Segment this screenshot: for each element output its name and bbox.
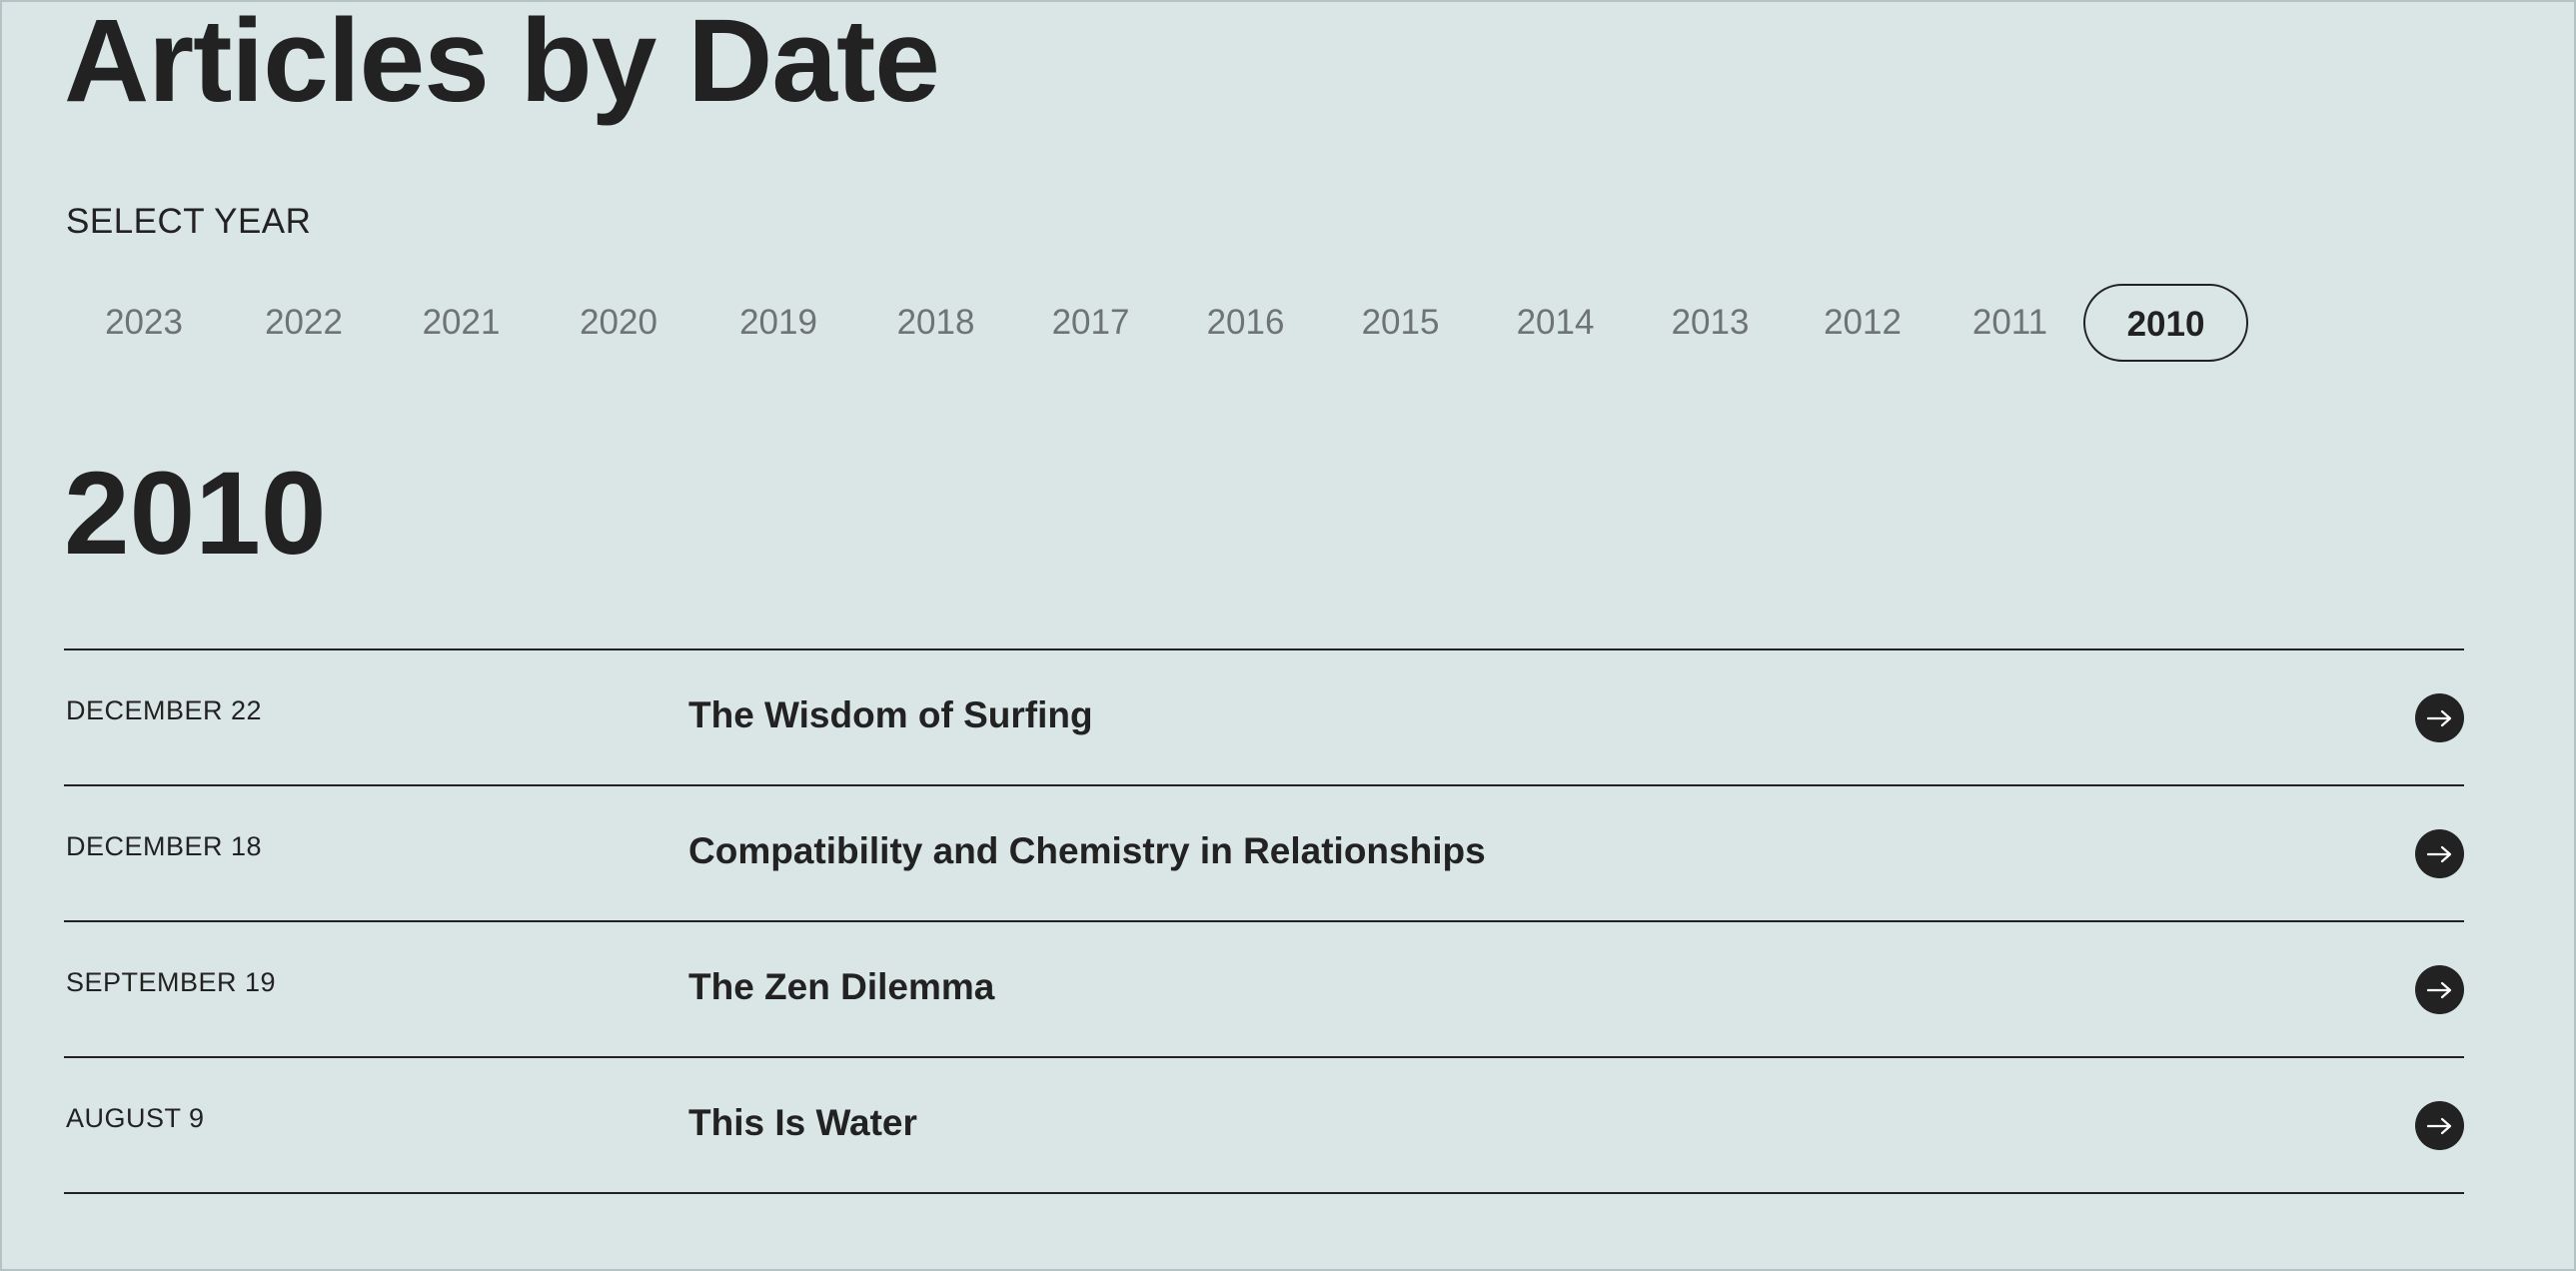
year-option-2014[interactable]: 2014 <box>1478 284 1633 362</box>
article-date: AUGUST 9 <box>66 1103 205 1133</box>
year-option-2015[interactable]: 2015 <box>1323 284 1478 362</box>
year-option-2019[interactable]: 2019 <box>698 284 858 362</box>
year-option-2010-selected[interactable]: 2010 <box>2083 284 2248 362</box>
article-row[interactable]: AUGUST 9 This Is Water <box>64 1058 2464 1194</box>
year-selector: 2023 2022 2021 2020 2019 2018 2017 2016 … <box>64 284 2362 362</box>
year-option-2020[interactable]: 2020 <box>539 284 698 362</box>
article-date: DECEMBER 18 <box>66 831 263 861</box>
year-option-2022[interactable]: 2022 <box>224 284 384 362</box>
year-option-2013[interactable]: 2013 <box>1633 284 1788 362</box>
arrow-right-icon[interactable] <box>2415 829 2464 878</box>
year-option-2011[interactable]: 2011 <box>1937 284 2082 362</box>
year-option-2018[interactable]: 2018 <box>858 284 1013 362</box>
select-year-label: SELECT YEAR <box>66 202 312 241</box>
year-option-2021[interactable]: 2021 <box>384 284 539 362</box>
page-title: Articles by Date <box>64 0 940 127</box>
year-heading: 2010 <box>64 448 327 580</box>
year-option-2023[interactable]: 2023 <box>64 284 224 362</box>
arrow-right-icon[interactable] <box>2415 693 2464 742</box>
article-row[interactable]: DECEMBER 22 The Wisdom of Surfing <box>64 650 2464 786</box>
article-date: SEPTEMBER 19 <box>66 967 277 997</box>
article-title-link[interactable]: The Wisdom of Surfing <box>688 694 1093 736</box>
article-title-link[interactable]: Compatibility and Chemistry in Relations… <box>688 830 1486 872</box>
article-row[interactable]: SEPTEMBER 19 The Zen Dilemma <box>64 922 2464 1058</box>
article-title-link[interactable]: The Zen Dilemma <box>688 966 994 1008</box>
arrow-right-icon[interactable] <box>2415 1101 2464 1150</box>
year-option-2017[interactable]: 2017 <box>1013 284 1168 362</box>
article-list: DECEMBER 22 The Wisdom of Surfing DECEMB… <box>64 648 2464 1194</box>
article-date: DECEMBER 22 <box>66 695 263 725</box>
year-option-2012[interactable]: 2012 <box>1788 284 1937 362</box>
arrow-right-icon[interactable] <box>2415 965 2464 1014</box>
article-row[interactable]: DECEMBER 18 Compatibility and Chemistry … <box>64 786 2464 922</box>
year-option-2016[interactable]: 2016 <box>1168 284 1323 362</box>
article-title-link[interactable]: This Is Water <box>688 1102 917 1144</box>
